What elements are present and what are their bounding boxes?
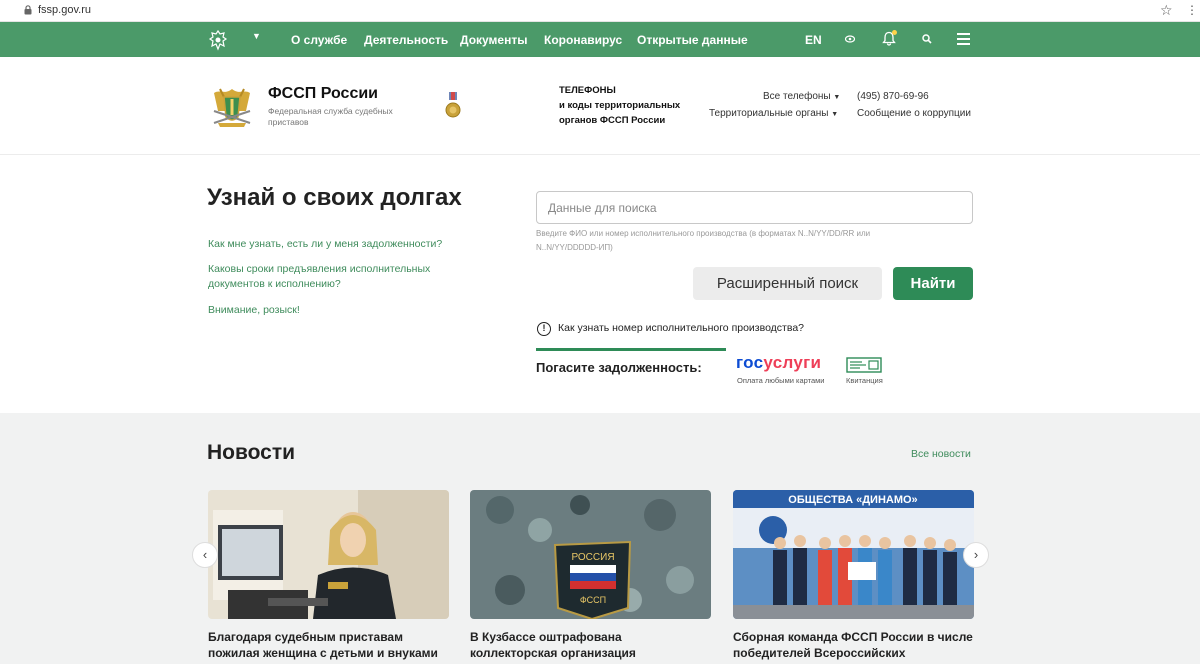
hamburger-menu-icon[interactable]	[957, 33, 970, 45]
all-news-link[interactable]: Все новости	[911, 448, 971, 460]
news-headline[interactable]: Благодаря судебным приставам пожилая жен…	[208, 629, 449, 664]
news-card[interactable]: Благодаря судебным приставам пожилая жен…	[208, 490, 449, 664]
site-title[interactable]: ФССП России	[268, 85, 378, 103]
debt-search-section: Узнай о своих долгах Как мне узнать, ест…	[0, 155, 1200, 413]
faq-link-debt-check[interactable]: Как мне узнать, есть ли у меня задолженн…	[208, 237, 442, 252]
gosuslugi-logo-part1: гос	[736, 353, 764, 372]
nav-about[interactable]: О службе	[291, 33, 347, 47]
lock-icon	[24, 5, 32, 15]
news-photo-team: ОБЩЕСТВА «ДИНАМО»	[733, 490, 974, 619]
corruption-report-link[interactable]: Сообщение о коррупции	[857, 108, 971, 119]
case-number-help-link[interactable]: Как узнать номер исполнительного произво…	[558, 322, 804, 334]
receipt-caption: Квитанция	[846, 376, 883, 385]
nav-open-data[interactable]: Открытые данные	[637, 33, 748, 47]
accessibility-eye-icon[interactable]	[845, 35, 855, 43]
news-headline[interactable]: В Кузбассе оштрафована коллекторская орг…	[470, 629, 711, 661]
nav-documents[interactable]: Документы	[460, 33, 527, 47]
all-phones-label: Все телефоны	[763, 91, 831, 102]
caret-down-icon: ▼	[831, 111, 839, 118]
faq-link-wanted[interactable]: Внимание, розыск!	[208, 303, 300, 318]
faq-link-deadlines[interactable]: Каковы сроки предъявления исполнительных…	[208, 262, 448, 292]
carousel-prev-button[interactable]: ‹	[192, 542, 218, 568]
phones-line2: и коды территориальных	[559, 100, 681, 111]
browser-address-bar: fssp.gov.ru ☆ ⋮	[0, 0, 1200, 22]
news-card[interactable]: РОССИЯ ФССП В Кузбассе оштрафована колле…	[470, 490, 711, 661]
all-phones-dropdown[interactable]: Все телефоны ▼	[763, 91, 840, 102]
emblem-dropdown-icon[interactable]: ▼	[252, 31, 261, 41]
regional-offices-dropdown[interactable]: Территориальные органы ▼	[709, 108, 838, 119]
search-icon[interactable]	[922, 34, 932, 44]
news-card[interactable]: ОБЩЕСТВА «ДИНАМО» Сборная команда ФССП Р…	[733, 490, 974, 661]
find-button[interactable]: Найти	[893, 267, 973, 300]
receipt-icon[interactable]	[846, 357, 882, 373]
language-switch[interactable]: EN	[805, 33, 822, 47]
news-title: Новости	[207, 441, 296, 464]
medal-icon	[445, 92, 461, 118]
news-photo-office	[208, 490, 449, 619]
gosuslugi-caption: Оплата любыми картами	[737, 376, 825, 385]
search-hint: Введите ФИО или номер исполнительного пр…	[536, 229, 871, 252]
phone-number[interactable]: (495) 870-69-96	[857, 91, 929, 102]
fssp-emblem-logo[interactable]	[210, 83, 254, 129]
news-section: Новости Все новости Благодаря судебным п…	[0, 413, 1200, 664]
search-input[interactable]	[536, 191, 973, 224]
news-image-office[interactable]	[208, 490, 449, 619]
site-header: ФССП России Федеральная служба судебных …	[0, 57, 1200, 155]
exclamation-circle-icon: !	[537, 322, 551, 336]
svg-text:РОССИЯ: РОССИЯ	[571, 552, 614, 563]
regional-label: Территориальные органы	[709, 108, 829, 119]
emblem-icon[interactable]	[207, 29, 229, 51]
phones-title: ТЕЛЕФОНЫ	[559, 85, 616, 96]
news-image-team[interactable]: ОБЩЕСТВА «ДИНАМО»	[733, 490, 974, 619]
phones-line3: органов ФССП России	[559, 115, 666, 126]
gosuslugi-payment-link[interactable]: госуслуги	[736, 353, 821, 373]
bookmark-star-icon[interactable]: ☆	[1160, 2, 1173, 18]
news-headline[interactable]: Сборная команда ФССП России в числе побе…	[733, 629, 974, 661]
pay-accent-bar	[536, 348, 726, 351]
svg-text:ФССП: ФССП	[580, 595, 606, 605]
advanced-search-button[interactable]: Расширенный поиск	[693, 267, 882, 300]
svg-text:ОБЩЕСТВА «ДИНАМО»: ОБЩЕСТВА «ДИНАМО»	[788, 494, 917, 506]
gosuslugi-logo-part2: услуги	[763, 353, 822, 372]
chevron-right-icon: ›	[973, 547, 979, 562]
url-text[interactable]: fssp.gov.ru	[38, 4, 91, 16]
pay-debt-label: Погасите задолженность:	[536, 360, 702, 375]
news-photo-patch: РОССИЯ ФССП	[470, 490, 711, 619]
phones-info[interactable]: ТЕЛЕФОНЫ и коды территориальных органов …	[559, 83, 680, 128]
nav-activity[interactable]: Деятельность	[364, 33, 448, 47]
news-image-patch[interactable]: РОССИЯ ФССП	[470, 490, 711, 619]
site-subtitle: Федеральная служба судебных приставов	[268, 106, 393, 127]
chevron-left-icon: ‹	[202, 547, 208, 562]
carousel-next-button[interactable]: ›	[963, 542, 989, 568]
top-navigation: ▼ О службе Деятельность Документы Корона…	[0, 22, 1200, 57]
notification-dot	[892, 30, 897, 35]
caret-down-icon: ▼	[833, 94, 841, 101]
browser-menu-icon[interactable]: ⋮	[1186, 3, 1198, 17]
nav-coronavirus[interactable]: Коронавирус	[544, 33, 622, 47]
hero-title: Узнай о своих долгах	[207, 184, 462, 211]
